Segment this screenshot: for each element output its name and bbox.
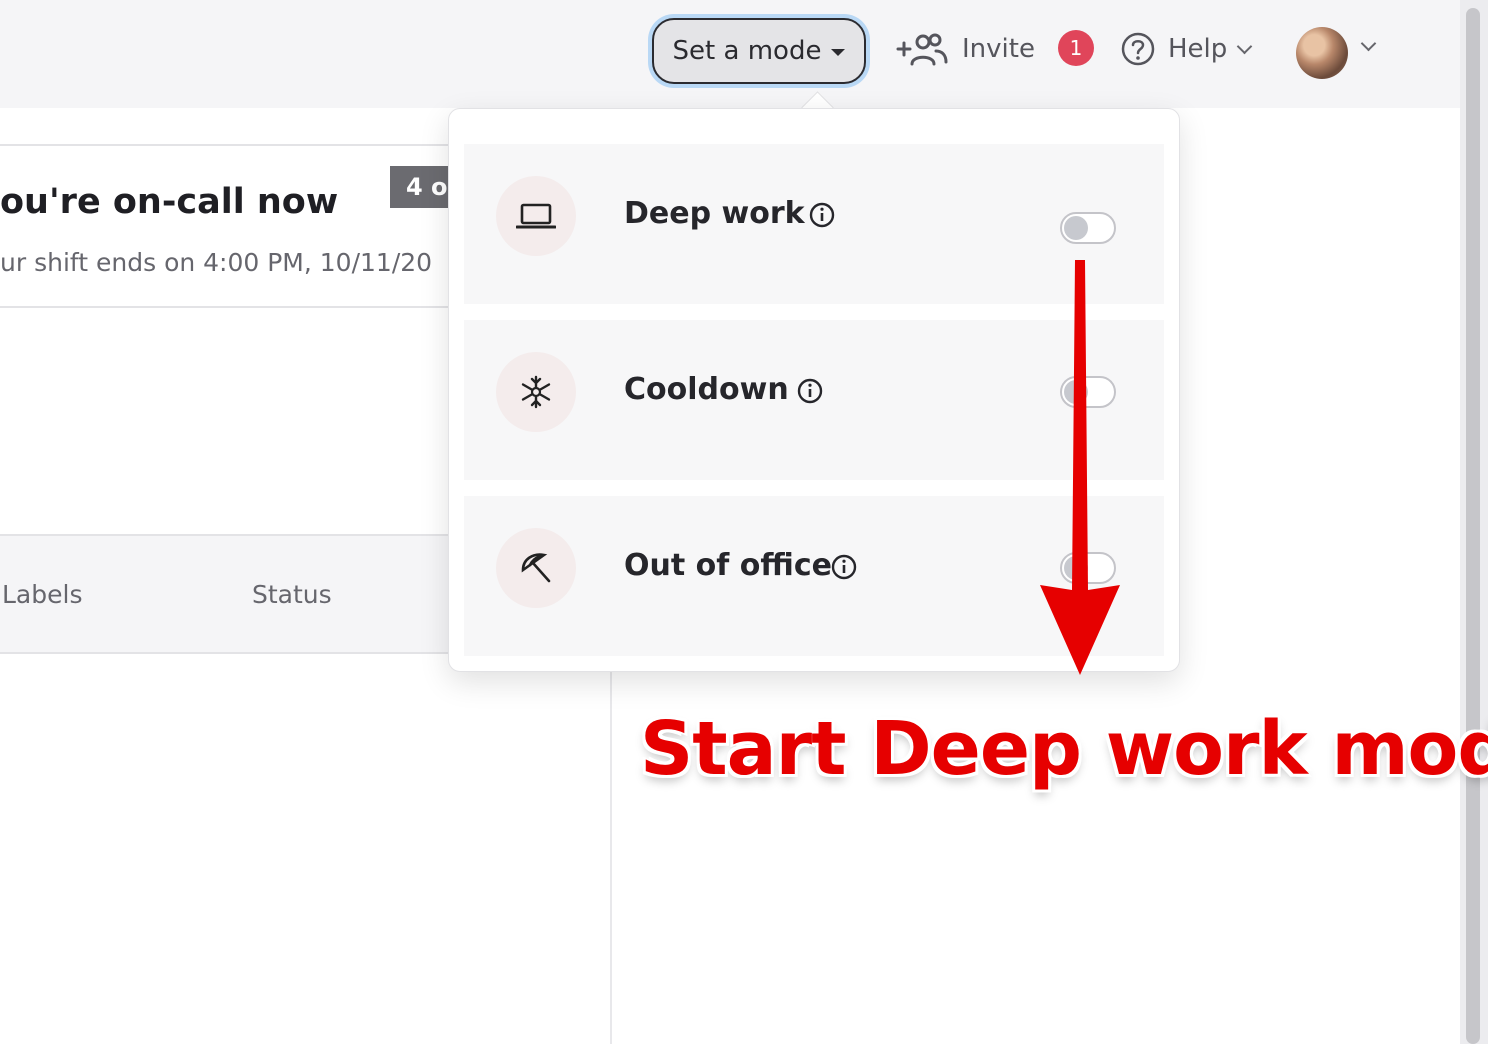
invite-label: Invite <box>962 34 1035 64</box>
scrollbar-thumb[interactable] <box>1466 8 1480 1044</box>
oncall-title: ou're on-call now <box>0 182 339 222</box>
invite-button[interactable]: Invite <box>896 28 1035 70</box>
help-icon <box>1121 32 1155 66</box>
caret-down-icon <box>831 48 846 56</box>
oncall-subtitle: ur shift ends on 4:00 PM, 10/11/20 <box>0 248 433 277</box>
chevron-down-icon <box>1237 38 1253 54</box>
info-icon[interactable] <box>831 554 857 580</box>
info-icon[interactable] <box>797 378 823 404</box>
snowflake-icon <box>496 352 576 432</box>
annotation-arrow-icon <box>1040 260 1120 675</box>
user-avatar[interactable] <box>1296 27 1348 79</box>
notification-badge[interactable]: 1 <box>1058 30 1094 66</box>
mode-label-cooldown: Cooldown <box>624 372 789 407</box>
mode-label-deep-work: Deep work <box>624 196 805 231</box>
column-header-labels[interactable]: Labels <box>2 580 82 609</box>
help-menu[interactable]: Help <box>1120 28 1253 70</box>
mode-label-out-of-office: Out of office <box>624 548 832 583</box>
column-header-status[interactable]: Status <box>252 580 332 609</box>
info-icon[interactable] <box>809 202 835 228</box>
set-mode-label: Set a mode <box>672 36 822 66</box>
deep-work-toggle[interactable] <box>1060 212 1116 244</box>
annotation-text: Start Deep work mode <box>640 706 1488 792</box>
help-label: Help <box>1168 34 1228 64</box>
add-user-icon <box>896 33 948 66</box>
set-mode-button[interactable]: Set a mode <box>652 18 866 84</box>
laptop-icon <box>496 176 576 256</box>
panel-divider <box>610 670 612 1044</box>
umbrella-icon <box>496 528 576 608</box>
toggle-knob <box>1064 216 1088 240</box>
